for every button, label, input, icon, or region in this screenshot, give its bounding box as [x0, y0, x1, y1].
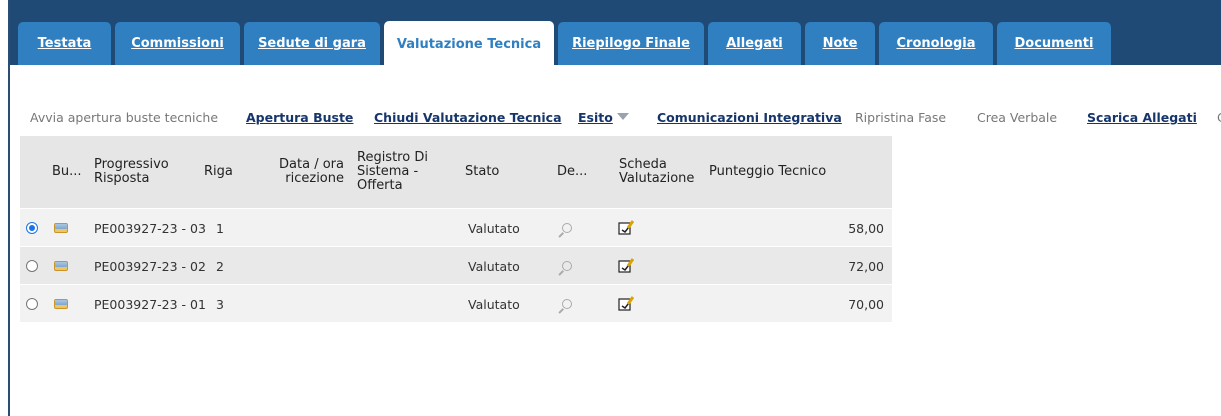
grid-header: Bu... Progressivo Risposta Riga Data / o… — [20, 136, 892, 208]
tab-note[interactable]: Note — [805, 22, 875, 65]
header-busta[interactable]: Bu... — [52, 136, 82, 208]
magnifier-icon[interactable] — [562, 285, 572, 323]
caret-down-icon — [616, 113, 629, 120]
cell-progressivo: PE003927-23 - 03 — [94, 220, 206, 236]
header-punteggio[interactable]: Punteggio Tecnico — [709, 136, 826, 208]
tab-testata[interactable]: Testata — [18, 22, 111, 65]
radio-unselected-icon[interactable] — [26, 298, 38, 310]
avvia-apertura-button: Avvia apertura buste tecniche — [30, 110, 219, 125]
edit-sheet-icon[interactable] — [618, 247, 634, 285]
comunicazioni-link[interactable]: Comunicazioni Integrativa — [657, 110, 842, 125]
tab-commissioni[interactable]: Commissioni — [115, 22, 240, 65]
cell-punteggio: 58,00 — [848, 220, 884, 236]
ripristina-fase-button: Ripristina Fase — [855, 110, 947, 125]
radio-selected-icon[interactable] — [26, 222, 38, 234]
header-progressivo[interactable]: Progressivo Risposta — [94, 136, 184, 208]
cell-riga: 2 — [216, 258, 224, 274]
cell-punteggio: 70,00 — [848, 296, 884, 312]
esito-dropdown[interactable]: Esito — [578, 110, 629, 125]
envelope-icon[interactable] — [54, 285, 68, 323]
tab-riepilogo-finale[interactable]: Riepilogo Finale — [558, 22, 704, 65]
toolbar-overflow-text: C — [1217, 110, 1221, 125]
edit-sheet-icon[interactable] — [618, 209, 634, 247]
magnifier-icon[interactable] — [562, 247, 572, 285]
scarica-allegati-link[interactable]: Scarica Allegati — [1087, 110, 1197, 125]
tab-documenti[interactable]: Documenti — [997, 22, 1111, 65]
row-radio[interactable] — [26, 285, 38, 323]
tab-sedute-di-gara[interactable]: Sedute di gara — [244, 22, 380, 65]
header-dettaglio[interactable]: De... — [557, 136, 587, 208]
cell-progressivo: PE003927-23 - 02 — [94, 258, 206, 274]
header-data-ricezione[interactable]: Data / ora ricezione — [264, 136, 344, 208]
main-frame: Testata Commissioni Sedute di gara Valut… — [8, 0, 1221, 416]
cell-punteggio: 72,00 — [848, 258, 884, 274]
cell-riga: 3 — [216, 296, 224, 312]
tab-valutazione-tecnica[interactable]: Valutazione Tecnica — [384, 21, 554, 67]
edit-sheet-icon[interactable] — [618, 285, 634, 323]
table-row[interactable]: PE003927-23 - 02 2 Valutato 72,00 — [20, 246, 892, 284]
envelope-icon[interactable] — [54, 209, 68, 247]
tab-cronologia[interactable]: Cronologia — [879, 22, 993, 65]
table-row[interactable]: PE003927-23 - 01 3 Valutato 70,00 — [20, 284, 892, 322]
row-radio[interactable] — [26, 247, 38, 285]
action-toolbar: Avvia apertura buste tecniche Apertura B… — [10, 110, 1221, 132]
header-riga[interactable]: Riga — [204, 136, 233, 208]
crea-verbale-button: Crea Verbale — [977, 110, 1058, 125]
cell-stato: Valutato — [468, 258, 520, 274]
chiudi-valutazione-link[interactable]: Chiudi Valutazione Tecnica — [374, 110, 562, 125]
header-scheda[interactable]: Scheda Valutazione — [619, 136, 699, 208]
envelope-icon[interactable] — [54, 247, 68, 285]
header-stato[interactable]: Stato — [465, 136, 499, 208]
cell-stato: Valutato — [468, 220, 520, 236]
cell-stato: Valutato — [468, 296, 520, 312]
cell-progressivo: PE003927-23 - 01 — [94, 296, 206, 312]
tab-bar: Testata Commissioni Sedute di gara Valut… — [10, 0, 1221, 67]
tab-allegati[interactable]: Allegati — [708, 22, 801, 65]
apertura-buste-link[interactable]: Apertura Buste — [246, 110, 353, 125]
row-radio[interactable] — [26, 209, 38, 247]
header-registro[interactable]: Registro Di Sistema - Offerta — [357, 136, 437, 208]
radio-unselected-icon[interactable] — [26, 260, 38, 272]
cell-riga: 1 — [216, 220, 224, 236]
offerte-grid: Bu... Progressivo Risposta Riga Data / o… — [20, 136, 892, 322]
table-row[interactable]: PE003927-23 - 03 1 Valutato 58,00 — [20, 208, 892, 246]
esito-label: Esito — [578, 110, 613, 125]
magnifier-icon[interactable] — [562, 209, 572, 247]
